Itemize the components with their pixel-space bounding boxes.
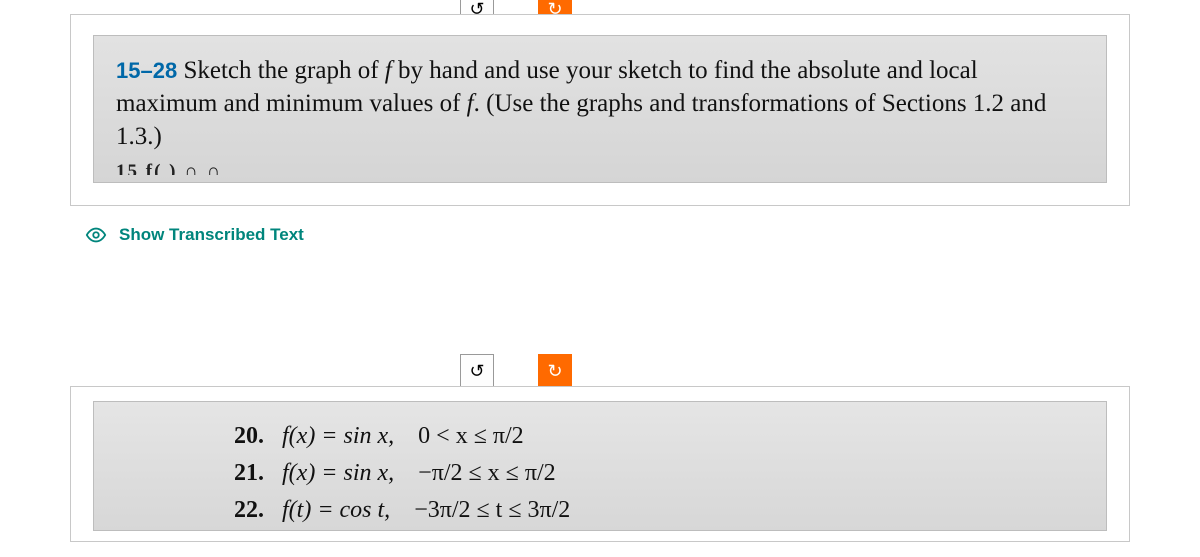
problem-number: 20.	[234, 418, 276, 455]
cutoff-text: 15 f( ) ∩ ∩	[116, 161, 1084, 175]
problem-domain: −3π/2 ≤ t ≤ 3π/2	[414, 492, 570, 529]
instr-f2: f	[467, 90, 474, 117]
instr-f1: f	[385, 57, 392, 84]
redo-icon: ↻	[547, 361, 562, 382]
problem-function: f(t) = cos t,	[282, 497, 390, 523]
problem-function: f(x) = sin x,	[282, 423, 394, 449]
undo-icon: ↺	[469, 361, 484, 382]
problem-row: 20. f(x) = sin x, 0 < x ≤ π/2	[234, 418, 1106, 455]
instructions-text: 15–28 Sketch the graph of f by hand and …	[116, 54, 1084, 153]
problem-domain: 0 < x ≤ π/2	[418, 418, 524, 455]
instr-part1: Sketch the graph of	[177, 57, 385, 84]
problem-row: 22. f(t) = cos t, −3π/2 ≤ t ≤ 3π/2	[234, 492, 1106, 529]
redo-button[interactable]: ↻	[538, 354, 572, 388]
show-transcribed-button[interactable]: Show Transcribed Text	[85, 224, 304, 246]
problem-function: f(x) = sin x,	[282, 460, 394, 486]
question-image-card-2: 20. f(x) = sin x, 0 < x ≤ π/2 21. f(x) =…	[70, 386, 1130, 542]
problem-row: 21. f(x) = sin x, −π/2 ≤ x ≤ π/2	[234, 455, 1106, 492]
textbook-instructions-block: 15–28 Sketch the graph of f by hand and …	[93, 35, 1107, 183]
image-toolbar-bottom: ↺ ↻	[460, 354, 572, 388]
section-range-label: 15–28	[116, 58, 177, 83]
textbook-problems-block: 20. f(x) = sin x, 0 < x ≤ π/2 21. f(x) =…	[93, 401, 1107, 531]
problem-number: 22.	[234, 492, 276, 529]
problem-domain: −π/2 ≤ x ≤ π/2	[418, 455, 555, 492]
show-transcribed-label: Show Transcribed Text	[119, 225, 304, 245]
eye-icon	[85, 224, 107, 246]
problem-number: 21.	[234, 455, 276, 492]
question-image-card-1: 15–28 Sketch the graph of f by hand and …	[70, 14, 1130, 206]
undo-button[interactable]: ↺	[460, 354, 494, 388]
